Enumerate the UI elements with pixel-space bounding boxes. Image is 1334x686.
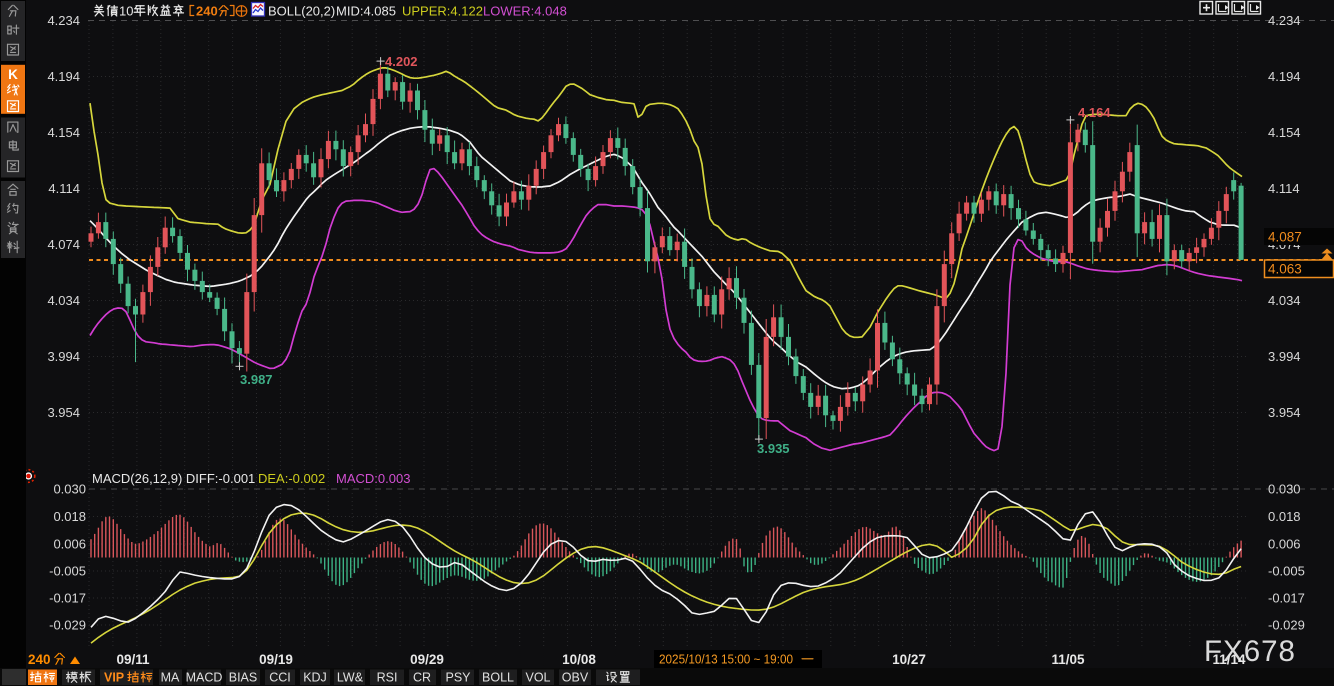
svg-text:MACD: MACD <box>186 671 223 685</box>
svg-text:10/27: 10/27 <box>892 652 926 667</box>
svg-text:11/05: 11/05 <box>1051 652 1085 667</box>
svg-text:3.954: 3.954 <box>47 405 80 420</box>
svg-text:0.006: 0.006 <box>1268 537 1301 552</box>
svg-text:0.030: 0.030 <box>53 482 86 497</box>
svg-text:PSY: PSY <box>445 671 471 685</box>
svg-text:4.164: 4.164 <box>1078 105 1111 120</box>
svg-text:VOL: VOL <box>525 671 550 685</box>
svg-text:4.194: 4.194 <box>47 69 80 84</box>
svg-text:-0.017: -0.017 <box>1268 591 1305 606</box>
svg-text:3.994: 3.994 <box>47 349 80 364</box>
svg-text:3.935: 3.935 <box>757 441 790 456</box>
svg-text:09/29: 09/29 <box>410 652 444 667</box>
svg-text:09/19: 09/19 <box>259 652 293 667</box>
svg-text:-0.005: -0.005 <box>1268 564 1305 579</box>
svg-text:09/11: 09/11 <box>116 652 150 667</box>
svg-text:4.234: 4.234 <box>47 13 80 28</box>
svg-text:-0.017: -0.017 <box>49 591 86 606</box>
svg-text:4.154: 4.154 <box>1268 125 1301 140</box>
svg-text:-0.005: -0.005 <box>49 564 86 579</box>
svg-text:4.114: 4.114 <box>1268 181 1300 196</box>
svg-text:CR: CR <box>413 671 431 685</box>
svg-text:UPPER:4.122: UPPER:4.122 <box>402 4 483 19</box>
svg-text:LW&: LW& <box>337 671 364 685</box>
svg-text:3.954: 3.954 <box>1268 405 1301 420</box>
svg-text:4.202: 4.202 <box>385 54 418 69</box>
svg-text:CCI: CCI <box>269 671 291 685</box>
svg-text:DEA:-0.002: DEA:-0.002 <box>258 471 325 486</box>
svg-text:MACD(26,12,9) DIFF:-0.001: MACD(26,12,9) DIFF:-0.001 <box>92 471 255 486</box>
svg-text:4.154: 4.154 <box>47 125 80 140</box>
svg-text:FX678: FX678 <box>1204 635 1296 668</box>
svg-text:4.074: 4.074 <box>47 237 80 252</box>
svg-text:4.087: 4.087 <box>1268 230 1302 245</box>
svg-text:BOLL: BOLL <box>482 671 514 685</box>
svg-text:4.034: 4.034 <box>1268 293 1301 308</box>
svg-text:BOLL(20,2): BOLL(20,2) <box>268 4 335 19</box>
svg-text:MACD:0.003: MACD:0.003 <box>336 471 410 486</box>
svg-text:240: 240 <box>196 4 218 19</box>
svg-text:RSI: RSI <box>377 671 398 685</box>
svg-text:0.030: 0.030 <box>1268 482 1301 497</box>
svg-text:MA: MA <box>161 671 180 685</box>
svg-text:OBV: OBV <box>562 671 589 685</box>
svg-text:VIP: VIP <box>104 671 124 685</box>
svg-text:0.018: 0.018 <box>1268 509 1301 524</box>
svg-text:4.234: 4.234 <box>1268 13 1301 28</box>
svg-text:4.194: 4.194 <box>1268 69 1301 84</box>
svg-text:2025/10/13 15:00 ~ 19:00: 2025/10/13 15:00 ~ 19:00 <box>659 652 793 667</box>
svg-text:10: 10 <box>119 4 133 19</box>
svg-text:LOWER:4.048: LOWER:4.048 <box>483 4 567 19</box>
svg-text:4.034: 4.034 <box>47 293 80 308</box>
svg-text:KDJ: KDJ <box>303 671 327 685</box>
svg-text:4.063: 4.063 <box>1268 262 1302 277</box>
svg-text:BIAS: BIAS <box>229 671 258 685</box>
svg-text:10/08: 10/08 <box>562 652 596 667</box>
svg-text:0.018: 0.018 <box>53 509 86 524</box>
svg-text:K: K <box>8 67 18 82</box>
svg-text:-0.029: -0.029 <box>1268 618 1305 633</box>
svg-text:240: 240 <box>28 652 51 667</box>
svg-text:0.006: 0.006 <box>53 537 86 552</box>
svg-text:4.114: 4.114 <box>48 181 80 196</box>
svg-text:MID:4.085: MID:4.085 <box>336 4 396 19</box>
svg-text:3.987: 3.987 <box>240 372 273 387</box>
svg-text:-0.029: -0.029 <box>49 618 86 633</box>
svg-text:3.994: 3.994 <box>1268 349 1301 364</box>
